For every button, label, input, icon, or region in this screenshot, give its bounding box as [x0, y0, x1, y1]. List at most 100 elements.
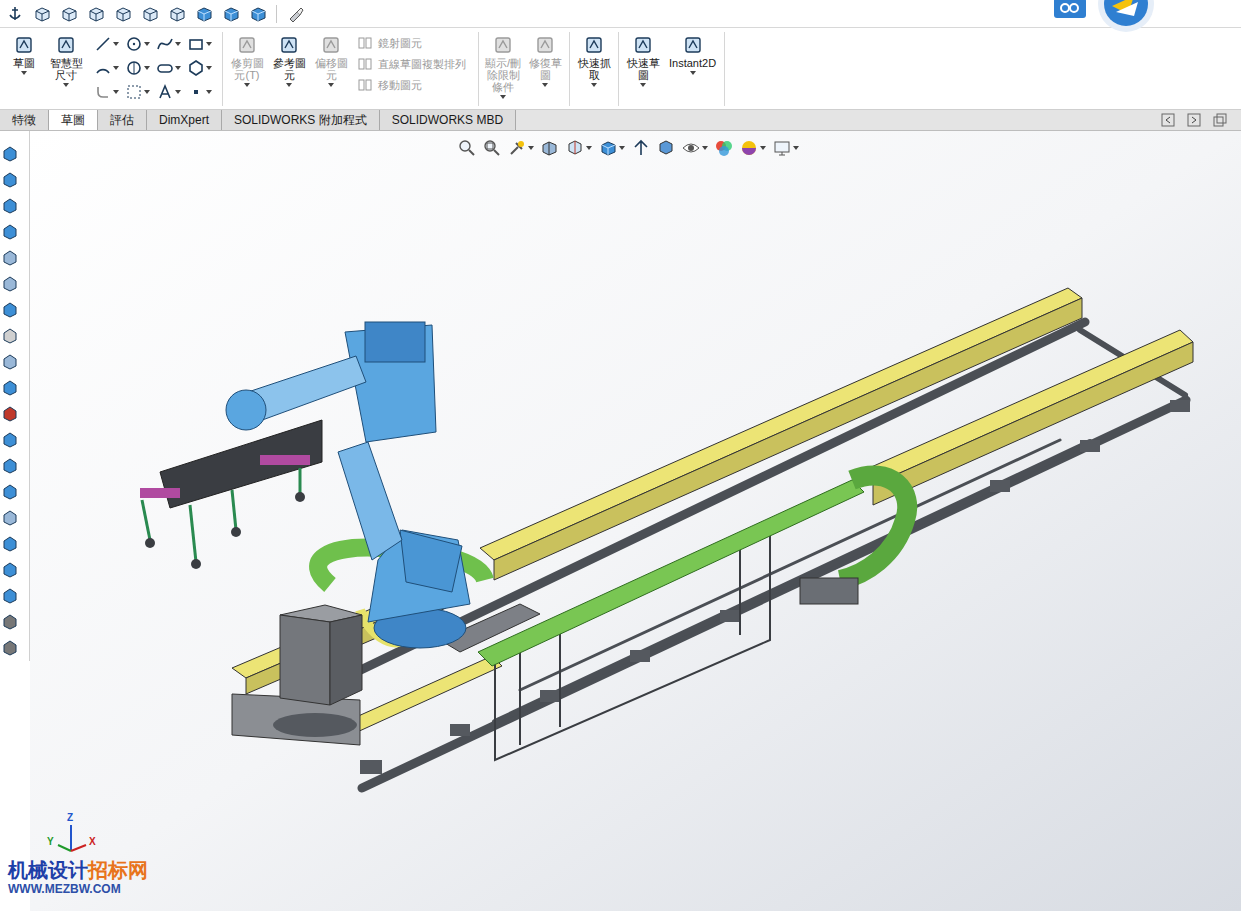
dropdown-arrow-icon[interactable] — [760, 146, 766, 150]
collapse-right-icon[interactable] — [1187, 113, 1201, 127]
feature-tool-icon[interactable] — [2, 249, 18, 267]
anchor-icon[interactable] — [6, 5, 24, 23]
dropdown-arrow-icon[interactable] — [206, 42, 212, 46]
ribbon-button[interactable]: 快速抓取 — [574, 32, 614, 87]
sketch-entity-icon[interactable] — [156, 59, 174, 77]
view-tool-button[interactable] — [599, 139, 625, 157]
view-cube-icon[interactable] — [87, 5, 105, 23]
sketch-tool-icon[interactable] — [583, 34, 605, 56]
view-tool-icon[interactable] — [715, 139, 733, 157]
view-tool-icon[interactable] — [508, 139, 526, 157]
ribbon-button-body[interactable]: 參考圖元 — [269, 34, 309, 87]
ribbon-button-body[interactable]: 快速抓取 — [574, 34, 614, 87]
dropdown-arrow-icon[interactable] — [286, 83, 292, 87]
dropdown-arrow-icon[interactable] — [63, 83, 69, 87]
view-tool-icon[interactable] — [632, 139, 650, 157]
view-tool-icon[interactable] — [599, 139, 617, 157]
sketch-entity-icon[interactable] — [156, 83, 174, 101]
view-tool-button[interactable] — [740, 139, 766, 157]
sketch-tool-icon[interactable] — [682, 34, 704, 56]
view-tool-button[interactable] — [508, 139, 534, 157]
view-tool-icon[interactable] — [657, 139, 675, 157]
command-tab[interactable]: SOLIDWORKS MBD — [380, 110, 516, 130]
view-tool-button[interactable] — [483, 139, 501, 157]
dropdown-arrow-icon[interactable] — [591, 83, 597, 87]
dropdown-arrow-icon[interactable] — [528, 146, 534, 150]
command-tab[interactable]: DimXpert — [147, 110, 222, 130]
feature-tool-icon[interactable] — [2, 379, 18, 397]
dropdown-arrow-icon[interactable] — [586, 146, 592, 150]
ribbon-button[interactable]: 參考圖元 — [269, 32, 309, 87]
flashlight-icon[interactable] — [286, 5, 304, 23]
view-tool-icon[interactable] — [541, 139, 559, 157]
tool-button[interactable] — [187, 83, 212, 101]
view-tool-button[interactable] — [682, 139, 708, 157]
sketch-entity-icon[interactable] — [125, 59, 143, 77]
view-cube-icon[interactable] — [141, 5, 159, 23]
view-tool-button[interactable] — [541, 139, 559, 157]
feature-tool-icon[interactable] — [2, 639, 18, 657]
view-cube-icon[interactable] — [114, 5, 132, 23]
dropdown-arrow-icon[interactable] — [113, 90, 119, 94]
tool-button[interactable] — [94, 35, 119, 53]
sketch-entity-icon[interactable] — [187, 59, 205, 77]
ribbon-button-body[interactable]: 快速草圖 — [623, 34, 663, 87]
view-tool-icon[interactable] — [682, 139, 700, 157]
view-cube-icon[interactable] — [60, 5, 78, 23]
ribbon-button-body[interactable]: Instant2D — [669, 34, 716, 75]
command-tab[interactable]: 評估 — [98, 110, 147, 130]
dropdown-arrow-icon[interactable] — [640, 83, 646, 87]
ribbon-button[interactable]: 智慧型尺寸 — [46, 32, 86, 87]
view-tool-icon[interactable] — [773, 139, 791, 157]
tool-button[interactable] — [187, 59, 212, 77]
dropdown-arrow-icon[interactable] — [619, 146, 625, 150]
dropdown-arrow-icon[interactable] — [175, 42, 181, 46]
command-tab[interactable]: 特徵 — [0, 110, 49, 130]
feature-tool-icon[interactable] — [2, 223, 18, 241]
ribbon-button[interactable]: 快速草圖 — [623, 32, 663, 87]
view-tool-icon[interactable] — [458, 139, 476, 157]
view-tool-button[interactable] — [458, 139, 476, 157]
sketch-tool-icon[interactable] — [13, 34, 35, 56]
view-tool-button[interactable] — [657, 139, 675, 157]
view-cube-icon[interactable] — [195, 5, 213, 23]
feature-tool-icon[interactable] — [2, 483, 18, 501]
sketch-entity-icon[interactable] — [187, 83, 205, 101]
dropdown-arrow-icon[interactable] — [244, 83, 250, 87]
view-cube-icon[interactable] — [249, 5, 267, 23]
view-tool-icon[interactable] — [483, 139, 501, 157]
sketch-entity-icon[interactable] — [94, 59, 112, 77]
tool-button[interactable] — [156, 35, 181, 53]
sketch-tool-icon[interactable] — [632, 34, 654, 56]
command-tab[interactable]: SOLIDWORKS 附加程式 — [222, 110, 380, 130]
dropdown-arrow-icon[interactable] — [21, 71, 27, 75]
ribbon-button-body[interactable]: 草圖 — [13, 34, 35, 75]
view-tool-icon[interactable] — [566, 139, 584, 157]
view-tool-icon[interactable] — [740, 139, 758, 157]
sketch-tool-icon[interactable] — [278, 34, 300, 56]
tool-button[interactable] — [125, 59, 150, 77]
feature-tool-icon[interactable] — [2, 301, 18, 319]
ribbon-button[interactable]: Instant2D — [665, 32, 720, 75]
dropdown-arrow-icon[interactable] — [690, 71, 696, 75]
solidworks-logo-icon[interactable] — [1054, 0, 1164, 36]
dropdown-arrow-icon[interactable] — [144, 42, 150, 46]
dropdown-arrow-icon[interactable] — [113, 66, 119, 70]
view-cube-icon[interactable] — [222, 5, 240, 23]
sketch-tool-icon[interactable] — [55, 34, 77, 56]
view-tool-button[interactable] — [773, 139, 799, 157]
dropdown-arrow-icon[interactable] — [702, 146, 708, 150]
view-cube-icon[interactable] — [33, 5, 51, 23]
feature-tool-icon[interactable] — [2, 171, 18, 189]
restore-window-icon[interactable] — [1213, 113, 1227, 127]
collapse-left-icon[interactable] — [1161, 113, 1175, 127]
feature-tool-icon[interactable] — [2, 613, 18, 631]
dropdown-arrow-icon[interactable] — [206, 66, 212, 70]
feature-tool-icon[interactable] — [2, 587, 18, 605]
feature-tool-icon[interactable] — [2, 535, 18, 553]
feature-tool-icon[interactable] — [2, 353, 18, 371]
sketch-entity-icon[interactable] — [125, 35, 143, 53]
dropdown-arrow-icon[interactable] — [113, 42, 119, 46]
dropdown-arrow-icon[interactable] — [206, 90, 212, 94]
tool-button[interactable] — [156, 59, 181, 77]
